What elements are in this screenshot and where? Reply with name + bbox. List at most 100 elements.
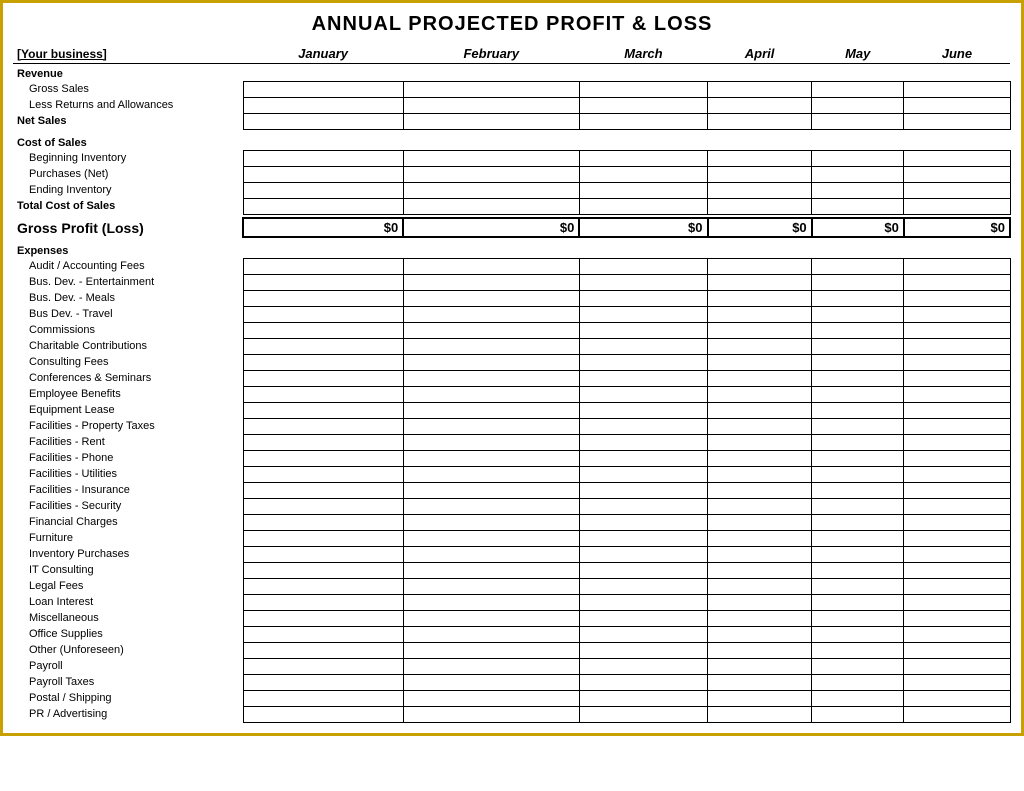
data-cell[interactable] [243,594,403,610]
data-cell[interactable] [579,658,707,674]
data-cell[interactable] [243,182,403,198]
data-cell[interactable] [579,498,707,514]
data-cell[interactable] [812,198,904,214]
data-cell[interactable] [708,626,812,642]
data-cell[interactable] [812,578,904,594]
data-cell[interactable] [812,610,904,626]
data-cell[interactable] [579,338,707,354]
data-cell[interactable] [403,402,579,418]
data-cell[interactable] [904,290,1010,306]
data-cell[interactable] [403,418,579,434]
data-cell[interactable] [708,578,812,594]
data-cell[interactable] [904,562,1010,578]
data-cell[interactable] [243,658,403,674]
data-cell[interactable] [243,706,403,722]
data-cell[interactable] [708,113,812,129]
data-cell[interactable] [243,150,403,166]
data-cell[interactable] [812,466,904,482]
data-cell[interactable] [708,450,812,466]
data-cell[interactable] [708,514,812,530]
data-cell[interactable] [812,674,904,690]
data-cell[interactable] [904,450,1010,466]
data-cell[interactable] [579,306,707,322]
data-cell[interactable] [403,450,579,466]
data-cell[interactable] [579,594,707,610]
data-cell[interactable] [579,182,707,198]
data-cell[interactable] [812,402,904,418]
data-cell[interactable] [579,258,707,274]
data-cell[interactable] [904,578,1010,594]
data-cell[interactable] [403,546,579,562]
data-cell[interactable] [812,81,904,97]
data-cell[interactable] [579,482,707,498]
data-cell[interactable] [579,386,707,402]
data-cell[interactable] [403,81,579,97]
data-cell[interactable] [904,402,1010,418]
data-cell[interactable] [243,81,403,97]
gross-profit-cell[interactable]: $0 [243,218,403,237]
data-cell[interactable] [579,274,707,290]
data-cell[interactable] [403,690,579,706]
data-cell[interactable] [403,562,579,578]
data-cell[interactable] [812,706,904,722]
data-cell[interactable] [243,610,403,626]
data-cell[interactable] [403,610,579,626]
data-cell[interactable] [904,354,1010,370]
data-cell[interactable] [812,113,904,129]
data-cell[interactable] [904,274,1010,290]
data-cell[interactable] [243,418,403,434]
data-cell[interactable] [243,354,403,370]
data-cell[interactable] [904,594,1010,610]
data-cell[interactable] [708,434,812,450]
data-cell[interactable] [243,466,403,482]
data-cell[interactable] [243,562,403,578]
data-cell[interactable] [708,610,812,626]
data-cell[interactable] [579,434,707,450]
data-cell[interactable] [904,530,1010,546]
data-cell[interactable] [403,274,579,290]
data-cell[interactable] [812,258,904,274]
data-cell[interactable] [243,626,403,642]
data-cell[interactable] [243,482,403,498]
data-cell[interactable] [243,434,403,450]
data-cell[interactable] [579,706,707,722]
data-cell[interactable] [812,626,904,642]
data-cell[interactable] [708,258,812,274]
data-cell[interactable] [812,354,904,370]
data-cell[interactable] [243,674,403,690]
data-cell[interactable] [243,306,403,322]
data-cell[interactable] [904,546,1010,562]
data-cell[interactable] [812,306,904,322]
data-cell[interactable] [243,642,403,658]
data-cell[interactable] [904,706,1010,722]
gross-profit-cell[interactable]: $0 [812,218,904,237]
data-cell[interactable] [243,338,403,354]
data-cell[interactable] [904,642,1010,658]
data-cell[interactable] [243,386,403,402]
data-cell[interactable] [904,182,1010,198]
data-cell[interactable] [403,674,579,690]
data-cell[interactable] [708,290,812,306]
data-cell[interactable] [708,594,812,610]
data-cell[interactable] [579,97,707,113]
data-cell[interactable] [812,166,904,182]
data-cell[interactable] [708,97,812,113]
data-cell[interactable] [403,434,579,450]
data-cell[interactable] [904,97,1010,113]
data-cell[interactable] [812,97,904,113]
data-cell[interactable] [708,198,812,214]
data-cell[interactable] [403,386,579,402]
data-cell[interactable] [708,386,812,402]
data-cell[interactable] [403,182,579,198]
data-cell[interactable] [403,338,579,354]
data-cell[interactable] [243,578,403,594]
data-cell[interactable] [243,258,403,274]
data-cell[interactable] [243,113,403,129]
data-cell[interactable] [904,626,1010,642]
data-cell[interactable] [812,434,904,450]
data-cell[interactable] [579,322,707,338]
data-cell[interactable] [904,198,1010,214]
data-cell[interactable] [812,274,904,290]
data-cell[interactable] [708,706,812,722]
data-cell[interactable] [579,626,707,642]
